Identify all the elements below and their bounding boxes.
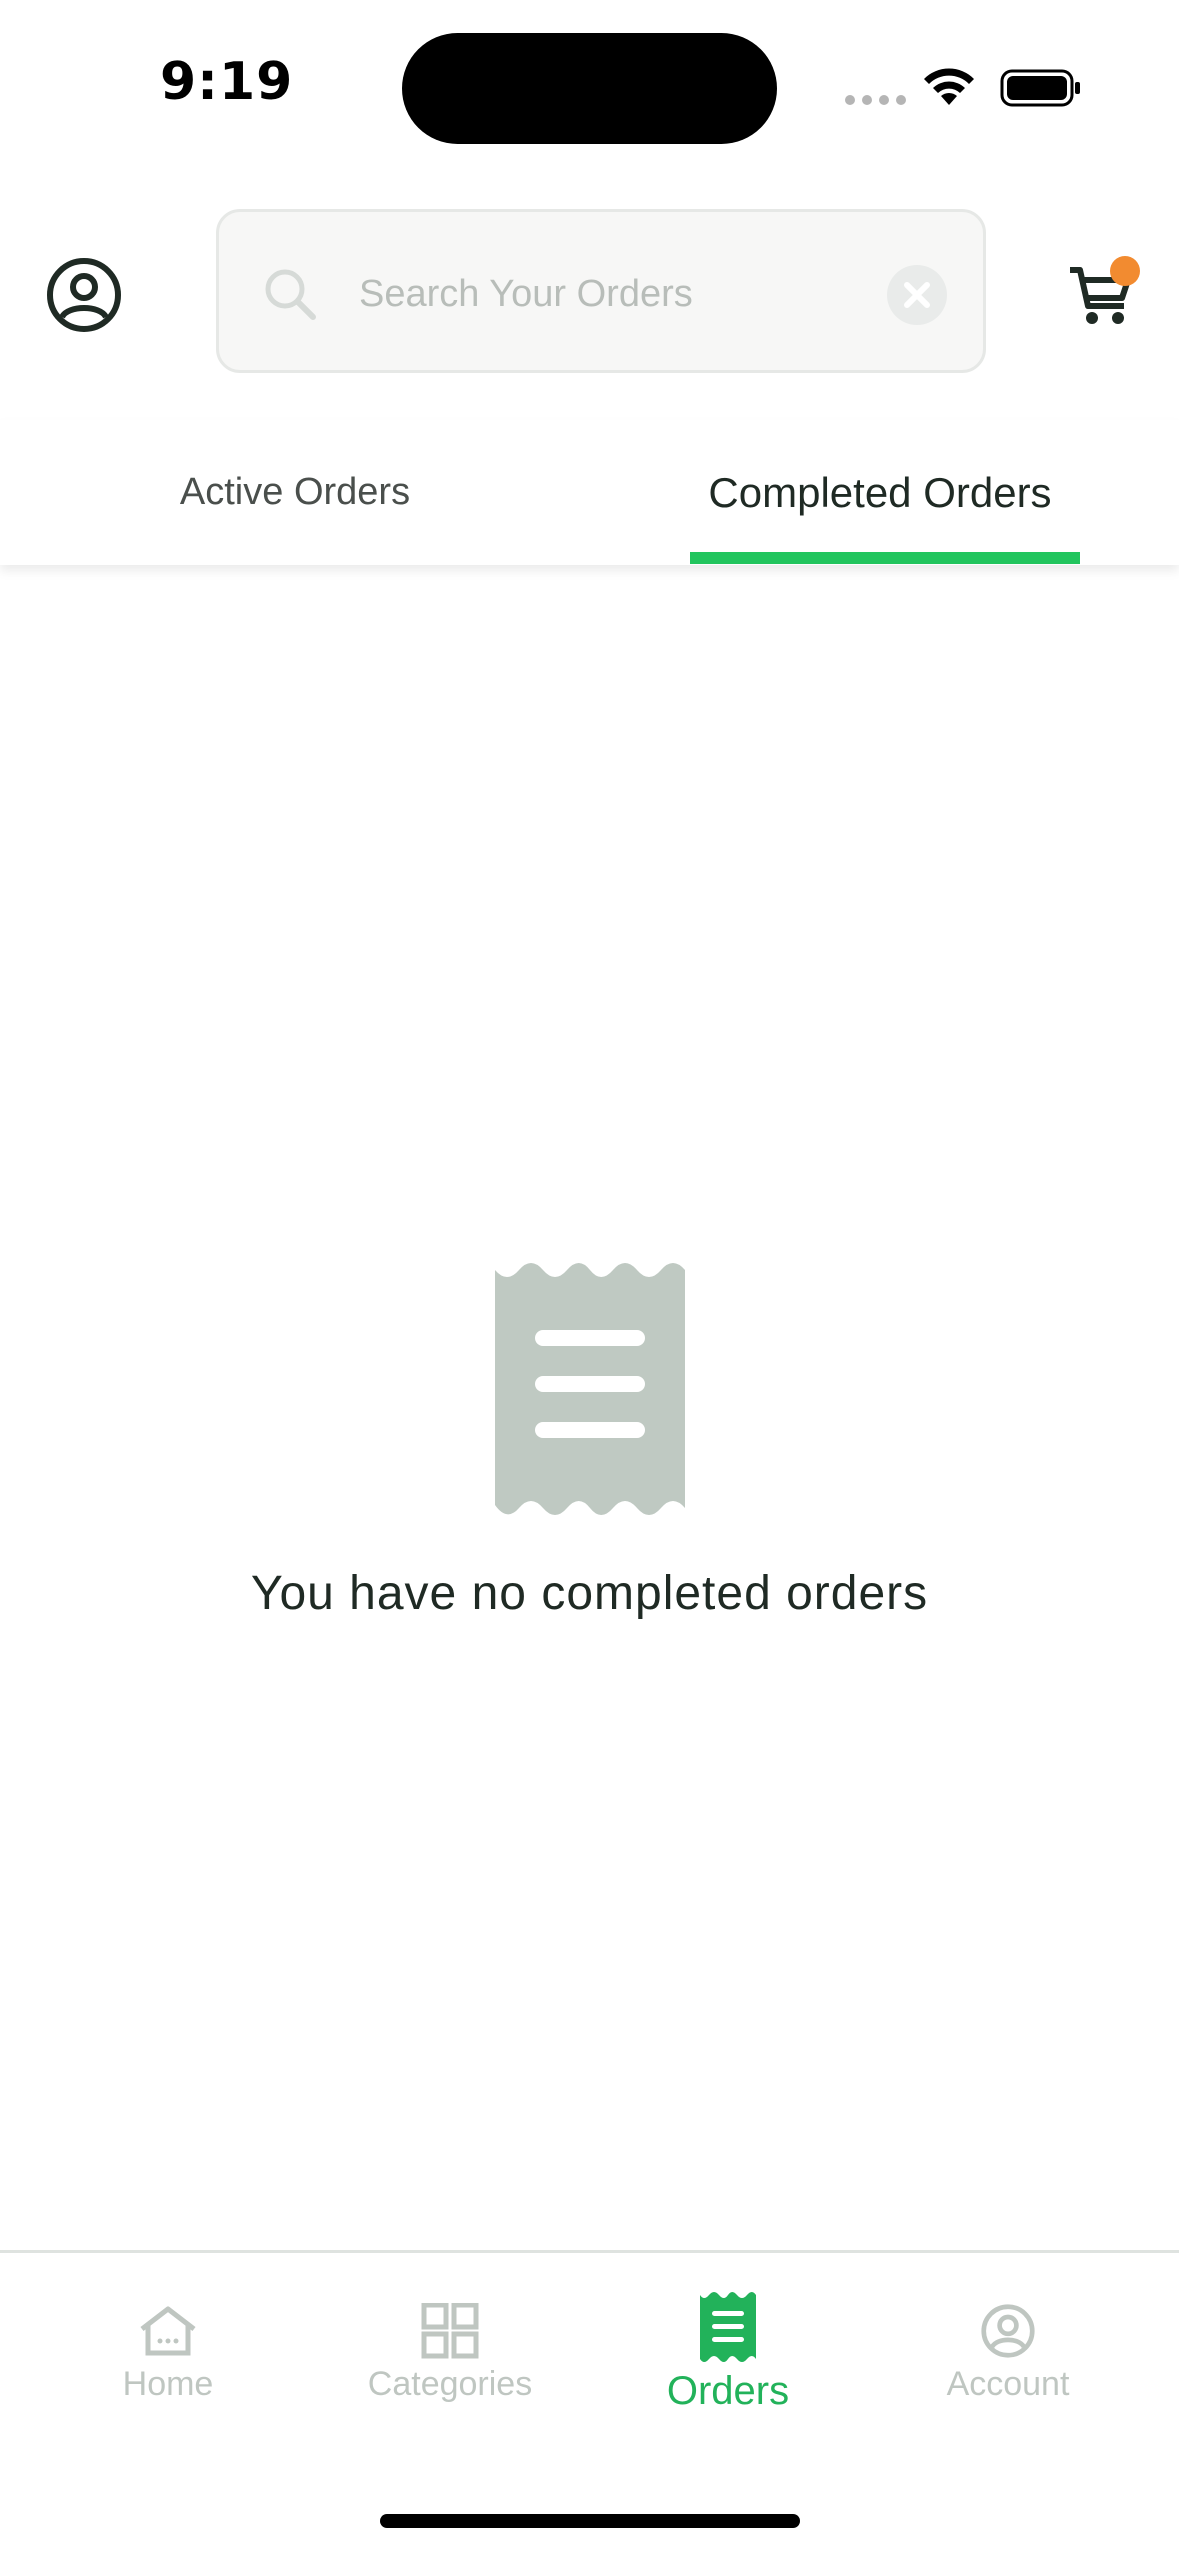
order-tabs: Active Orders Completed Orders xyxy=(0,420,1179,565)
status-time: 9:19 xyxy=(160,52,294,112)
nav-label-orders: Orders xyxy=(666,2369,790,2413)
receipt-icon xyxy=(494,1263,685,1515)
empty-state: You have no completed orders xyxy=(0,1260,1179,1621)
dynamic-island xyxy=(402,33,777,144)
search-bar[interactable] xyxy=(216,209,986,373)
battery-icon xyxy=(1000,69,1080,107)
cellular-signal-icon xyxy=(845,95,906,105)
clear-search-button[interactable] xyxy=(887,265,947,325)
nav-label-account: Account xyxy=(946,2365,1070,2403)
nav-item-orders[interactable]: Orders xyxy=(628,2291,828,2414)
nav-item-account[interactable]: Account xyxy=(908,2303,1108,2404)
search-input[interactable] xyxy=(359,252,879,336)
grid-icon xyxy=(421,2303,479,2359)
nav-label-categories: Categories xyxy=(367,2365,533,2403)
home-indicator xyxy=(380,2514,800,2528)
receipt-icon xyxy=(700,2292,756,2362)
tab-active-orders[interactable]: Active Orders xyxy=(100,420,490,565)
profile-icon[interactable] xyxy=(46,257,122,333)
active-tab-indicator xyxy=(690,552,1080,564)
home-icon xyxy=(140,2306,196,2356)
tab-completed-orders[interactable]: Completed Orders xyxy=(680,420,1080,565)
close-icon xyxy=(904,282,930,308)
header xyxy=(0,200,1179,390)
nav-label-home: Home xyxy=(122,2365,214,2403)
search-icon xyxy=(265,269,316,320)
bottom-nav: Home Categories Orders Account xyxy=(0,2250,1179,2556)
wifi-icon xyxy=(924,68,974,105)
status-bar: 9:19 xyxy=(0,0,1179,180)
empty-state-message: You have no completed orders xyxy=(250,1567,929,1620)
nav-item-home[interactable]: Home xyxy=(68,2303,268,2404)
user-circle-icon xyxy=(981,2304,1035,2358)
cart-notification-badge xyxy=(1110,256,1140,286)
nav-item-categories[interactable]: Categories xyxy=(350,2303,550,2404)
